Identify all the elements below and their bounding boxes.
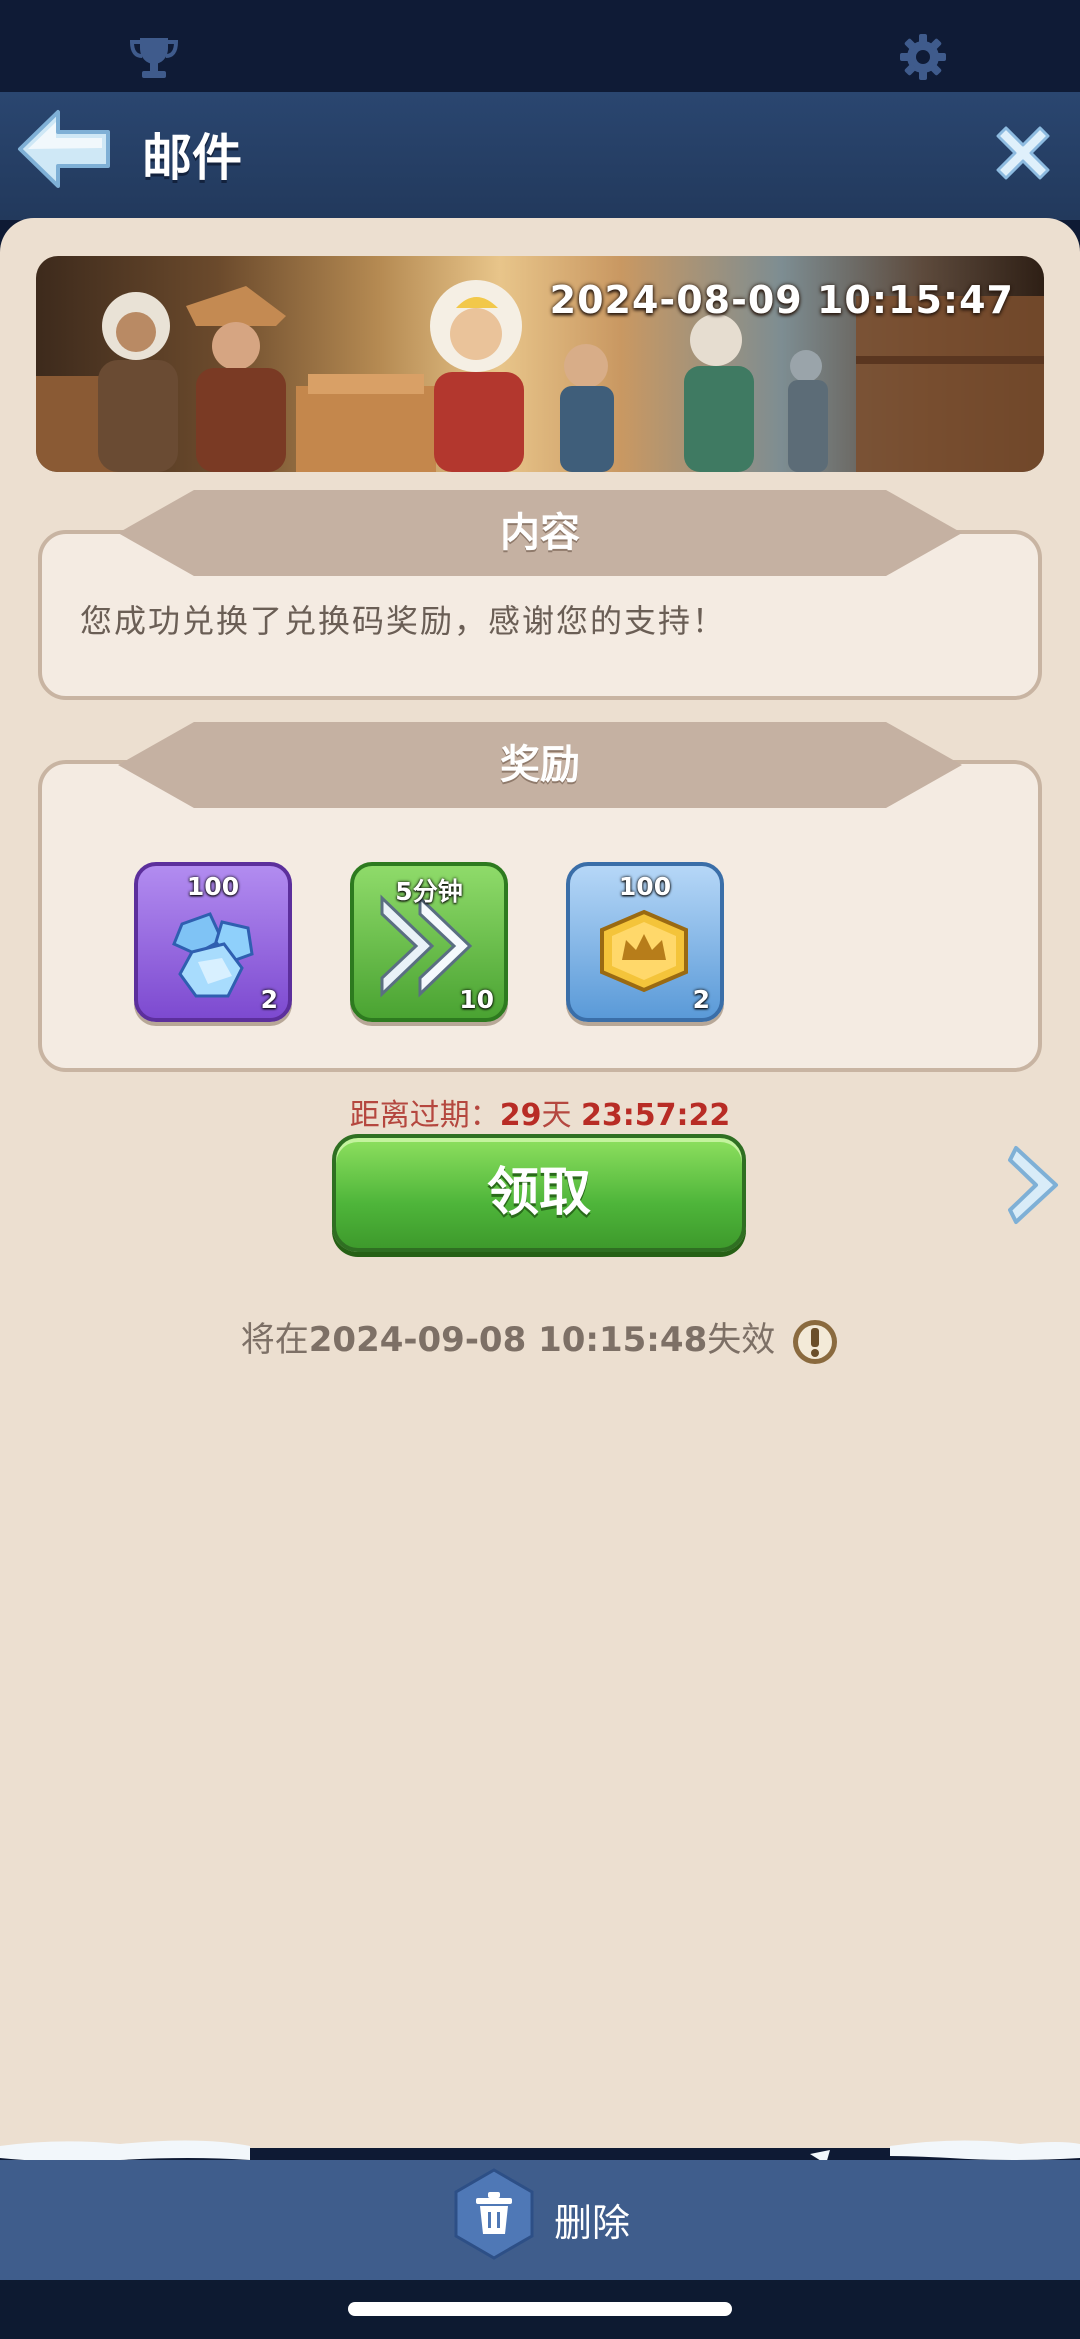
claim-button[interactable]: 领取 (332, 1134, 746, 1252)
header-bar: 邮件 (0, 92, 1080, 220)
validity-prefix: 将在 (240, 1320, 309, 1360)
delete-button[interactable]: 删除 (450, 2166, 650, 2262)
mail-body-text: 您成功兑换了兑换码奖励，感谢您的支持！ (80, 602, 727, 640)
home-indicator[interactable] (348, 2302, 732, 2316)
expiry-countdown: 距离过期：29天 23:57:22 (0, 1090, 1080, 1134)
trash-icon (454, 2168, 534, 2260)
content-heading: 内容 (500, 510, 580, 556)
gem-icon (172, 912, 254, 998)
next-mail-arrow-icon[interactable] (1006, 1140, 1064, 1230)
reward-ribbon: 奖励 (118, 722, 962, 808)
expiry-days-unit: 天 (541, 1098, 572, 1133)
page-title: 邮件 (142, 129, 242, 187)
mail-banner-image: 2024-08-09 10:15:47 (36, 256, 1044, 472)
content-ribbon: 内容 (118, 490, 962, 576)
delete-label: 删除 (554, 2201, 631, 2245)
mail-timestamp: 2024-08-09 10:15:47 (549, 278, 1014, 322)
reward-amount: 100 (186, 872, 240, 901)
reward-item-crown-badge[interactable]: 100 2 (566, 862, 724, 1022)
validity-datetime: 2024-09-08 10:15:48 (308, 1320, 708, 1360)
reward-heading: 奖励 (500, 742, 580, 788)
trophy-icon[interactable] (128, 34, 180, 80)
claim-label: 领取 (486, 1163, 591, 1223)
validity-notice: 将在2024-09-08 10:15:48失效 (0, 1312, 1080, 1366)
validity-suffix: 失效 (707, 1320, 776, 1360)
reward-item-gems[interactable]: 100 2 (134, 862, 292, 1022)
reward-duration: 5分钟 (395, 877, 463, 906)
crown-badge-icon (600, 909, 688, 993)
reward-count: 2 (692, 985, 710, 1014)
expiry-time: 23:57:22 (581, 1098, 731, 1133)
exclamation-info-icon[interactable] (791, 1318, 839, 1366)
reward-count: 10 (459, 985, 494, 1014)
reward-amount: 100 (618, 872, 672, 901)
expiry-days: 29 (499, 1098, 542, 1133)
back-arrow-icon[interactable] (14, 106, 114, 192)
reward-count: 2 (260, 985, 278, 1014)
close-icon[interactable] (990, 120, 1056, 186)
expiry-prefix: 距离过期： (349, 1098, 500, 1133)
gear-icon[interactable] (898, 32, 948, 82)
reward-item-speedup[interactable]: 5分钟 10 (350, 862, 508, 1022)
top-strip (0, 0, 1080, 92)
